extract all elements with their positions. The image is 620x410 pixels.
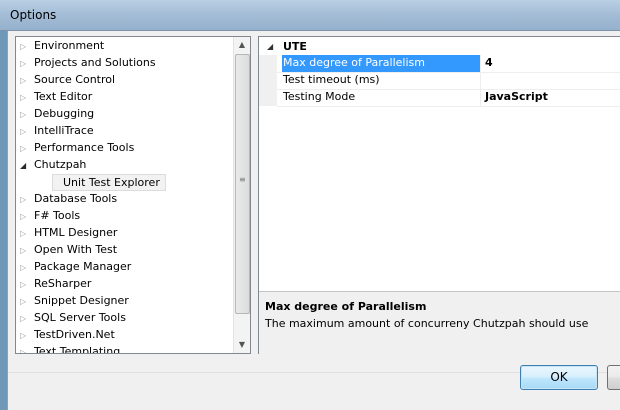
- tree-item-database-tools[interactable]: ▷ Database Tools: [20, 191, 117, 208]
- expand-arrow-icon[interactable]: ▷: [20, 345, 34, 353]
- expand-arrow-icon[interactable]: ▷: [20, 328, 34, 344]
- tree-item-unit-test-explorer[interactable]: Unit Test Explorer: [52, 174, 166, 191]
- tree-item-label: Text Editor: [34, 90, 93, 103]
- tree-item-source-control[interactable]: ▷ Source Control: [20, 72, 115, 89]
- property-name: Testing Mode: [283, 90, 356, 103]
- tree-item-label: Snippet Designer: [34, 294, 129, 307]
- category-row[interactable]: ◢ UTE: [259, 39, 620, 55]
- expand-arrow-icon[interactable]: ▷: [20, 73, 34, 89]
- tree-item-performance-tools[interactable]: ▷ Performance Tools: [20, 140, 134, 157]
- tree-item-text-templating[interactable]: ▷ Text Templating: [20, 344, 121, 354]
- column-divider: [480, 55, 481, 72]
- tree-item-html-designer[interactable]: ▷ HTML Designer: [20, 225, 117, 242]
- window-title: Options: [10, 8, 57, 22]
- tree-item-projects-solutions[interactable]: ▷ Projects and Solutions: [20, 55, 156, 72]
- tree-item-testdriven-net[interactable]: ▷ TestDriven.Net: [20, 327, 115, 344]
- scroll-up-icon[interactable]: ▲: [234, 37, 250, 53]
- description-title: Max degree of Parallelism: [265, 300, 427, 313]
- tree-item-sql-server-tools[interactable]: ▷ SQL Server Tools: [20, 310, 126, 327]
- title-bar[interactable]: Options: [0, 0, 620, 31]
- description-panel: Max degree of Parallelism The maximum am…: [259, 291, 620, 354]
- expand-arrow-icon[interactable]: ▷: [20, 311, 34, 327]
- expand-arrow-icon[interactable]: ▷: [20, 277, 34, 293]
- tree-item-label: Database Tools: [34, 192, 118, 205]
- expand-arrow-icon[interactable]: ▷: [20, 260, 34, 276]
- tree-item-label: TestDriven.Net: [34, 328, 115, 341]
- expand-arrow-icon[interactable]: ▷: [20, 226, 34, 242]
- expand-arrow-icon[interactable]: ▷: [20, 243, 34, 259]
- expand-arrow-icon[interactable]: ▷: [20, 90, 34, 106]
- property-row[interactable]: Max degree of Parallelism 4: [277, 55, 620, 73]
- tree-item-chutzpah[interactable]: ◢ Chutzpah: [20, 157, 86, 174]
- tree-item-label: Environment: [34, 39, 105, 52]
- collapse-arrow-icon[interactable]: ◢: [20, 158, 34, 174]
- category-label: UTE: [283, 40, 307, 53]
- expand-arrow-icon[interactable]: ▷: [20, 209, 34, 225]
- tree-item-label: Chutzpah: [34, 158, 87, 171]
- expand-arrow-icon[interactable]: ▷: [20, 294, 34, 310]
- property-value[interactable]: 4: [482, 55, 493, 71]
- options-tree[interactable]: ▷ Environment ▷ Projects and Solutions ▷ So…: [15, 36, 251, 354]
- tree-item-resharper[interactable]: ▷ ReSharper: [20, 276, 91, 293]
- property-name: Test timeout (ms): [283, 73, 380, 86]
- tree-item-label: Debugging: [34, 107, 95, 120]
- grip-icon: ≡: [239, 175, 246, 184]
- tree-item-label: Unit Test Explorer: [63, 176, 160, 189]
- scroll-down-icon[interactable]: ▼: [234, 337, 250, 353]
- grid-gutter: [259, 55, 277, 106]
- dialog-client: ▷ Environment ▷ Projects and Solutions ▷ So…: [7, 31, 620, 410]
- expand-arrow-icon[interactable]: ▷: [20, 107, 34, 123]
- tree-item-label: HTML Designer: [34, 226, 118, 239]
- ok-button[interactable]: OK: [520, 365, 598, 390]
- tree-item-fsharp-tools[interactable]: ▷ F# Tools: [20, 208, 80, 225]
- property-row[interactable]: Testing Mode JavaScript: [277, 89, 620, 107]
- cancel-button[interactable]: [607, 365, 620, 390]
- description-text: The maximum amount of concurreny Chutzpa…: [265, 317, 589, 330]
- tree-item-label: Package Manager: [34, 260, 132, 273]
- property-grid[interactable]: ◢ UTE Max degree of Parallelism 4 Test t…: [258, 36, 620, 354]
- collapse-arrow-icon[interactable]: ◢: [267, 39, 273, 55]
- property-row[interactable]: Test timeout (ms): [277, 72, 620, 90]
- expand-arrow-icon[interactable]: ▷: [20, 39, 34, 55]
- scroll-thumb[interactable]: ≡: [235, 54, 250, 314]
- expand-arrow-icon[interactable]: ▷: [20, 56, 34, 72]
- tree-item-label: ReSharper: [34, 277, 92, 290]
- tree-item-label: Performance Tools: [34, 141, 135, 154]
- tree-item-package-manager[interactable]: ▷ Package Manager: [20, 259, 131, 276]
- tree-item-text-editor[interactable]: ▷ Text Editor: [20, 89, 92, 106]
- tree-item-intellitrace[interactable]: ▷ IntelliTrace: [20, 123, 94, 140]
- property-name: Max degree of Parallelism: [282, 55, 481, 72]
- tree-item-snippet-designer[interactable]: ▷ Snippet Designer: [20, 293, 129, 310]
- tree-item-label: Text Templating: [34, 345, 121, 354]
- tree-scrollbar[interactable]: ▲ ≡ ▼: [233, 37, 250, 353]
- tree-item-debugging[interactable]: ▷ Debugging: [20, 106, 94, 123]
- tree-item-environment[interactable]: ▷ Environment: [20, 38, 104, 55]
- tree-item-label: Source Control: [34, 73, 116, 86]
- expand-arrow-icon[interactable]: ▷: [20, 192, 34, 208]
- expand-arrow-icon[interactable]: ▷: [20, 141, 34, 157]
- column-divider: [480, 72, 481, 89]
- tree-item-label: IntelliTrace: [34, 124, 94, 137]
- property-value[interactable]: JavaScript: [482, 89, 548, 105]
- tree-item-open-with-test[interactable]: ▷ Open With Test: [20, 242, 117, 259]
- expand-arrow-icon[interactable]: ▷: [20, 124, 34, 140]
- tree-item-label: Open With Test: [34, 243, 118, 256]
- column-divider: [480, 89, 481, 106]
- tree-item-label: F# Tools: [34, 209, 81, 222]
- tree-item-label: SQL Server Tools: [34, 311, 126, 324]
- tree-item-label: Projects and Solutions: [34, 56, 156, 69]
